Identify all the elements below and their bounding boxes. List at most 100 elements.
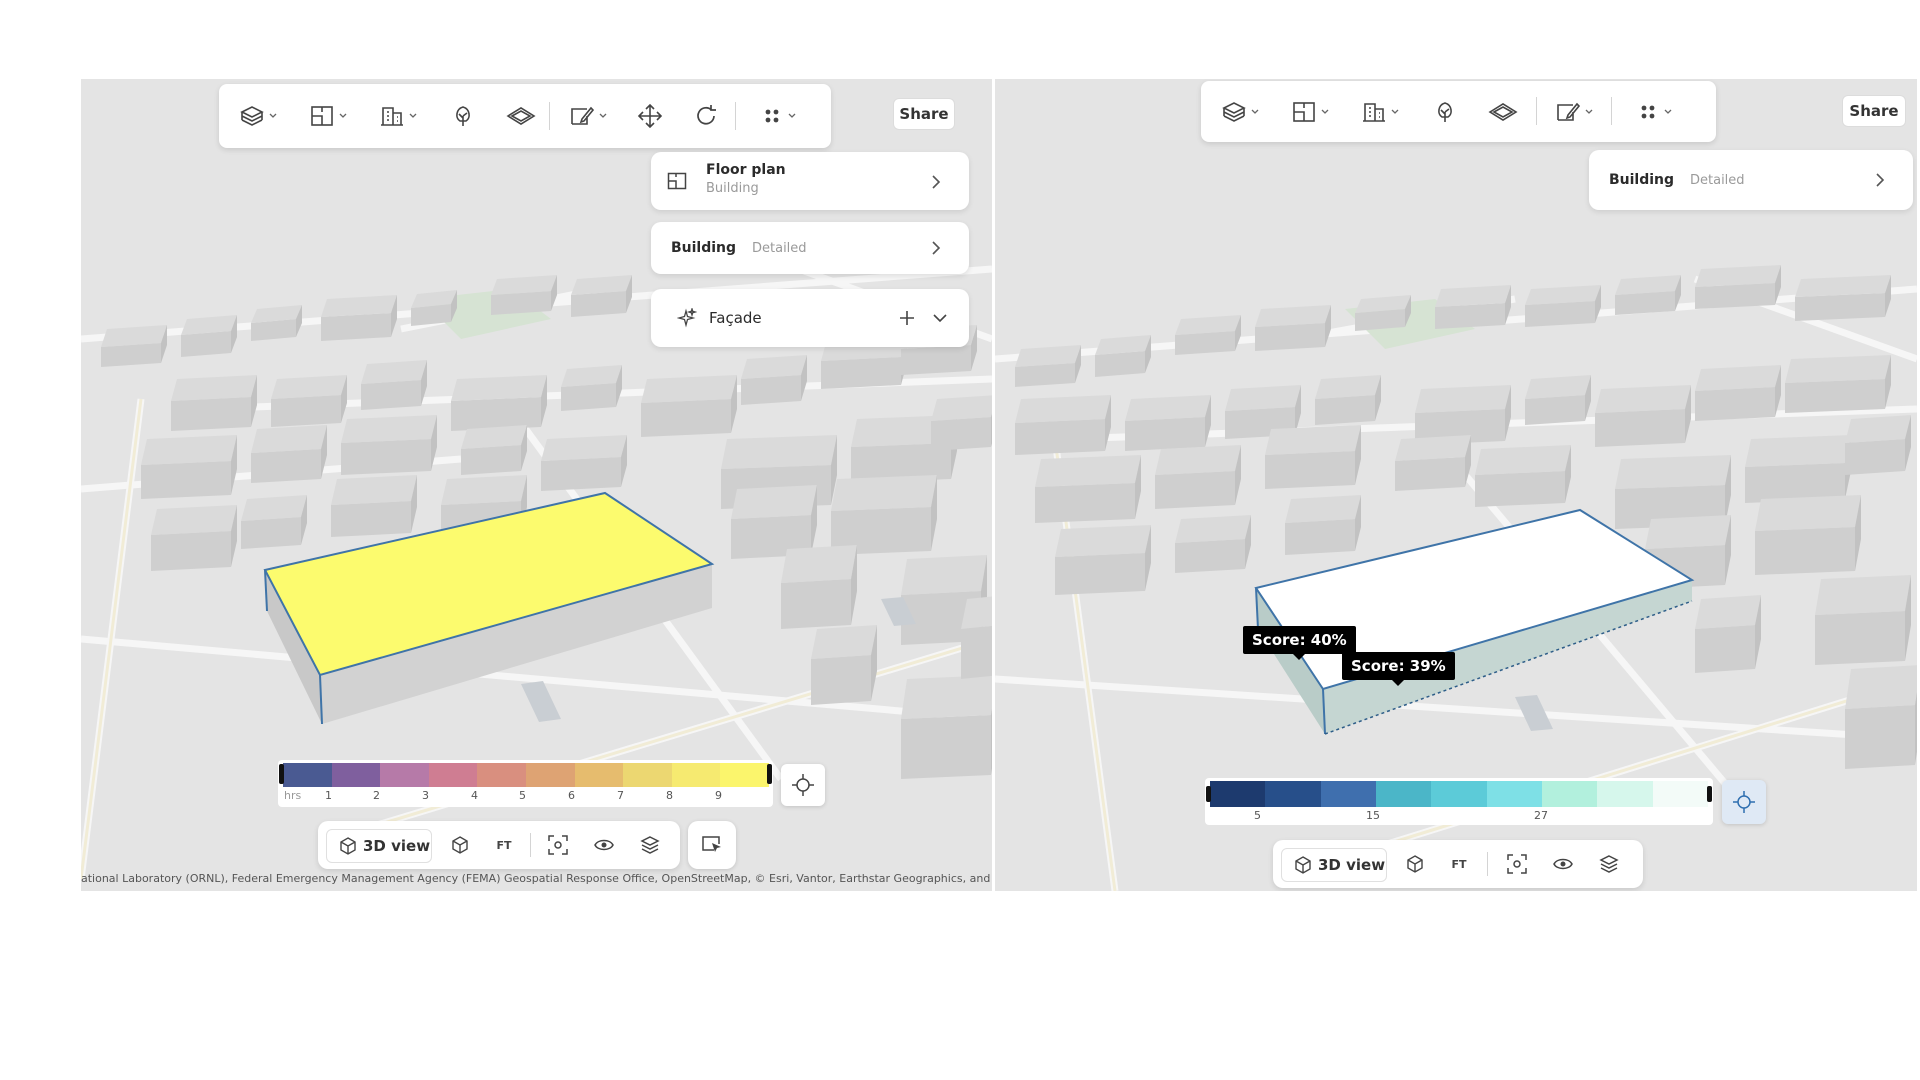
floor-plan-tool[interactable] [301,84,357,148]
layers-cube-tool[interactable] [1213,81,1269,142]
chevron-right-icon[interactable] [931,175,941,189]
background-building [1475,445,1571,475]
layers-button[interactable] [1587,840,1631,888]
background-building [451,397,541,431]
chevron-down-icon[interactable] [933,313,947,323]
right-map-panel[interactable]: Share Building Detailed Score: 40% Score… [995,79,1917,891]
cube-icon [452,836,468,854]
visibility-button[interactable] [1541,840,1585,888]
building-subtitle: Detailed [1690,173,1745,188]
visibility-button[interactable] [582,821,626,869]
layers-button[interactable] [628,821,672,869]
share-button[interactable]: Share [1842,95,1906,127]
facade-title: Façade [709,309,762,327]
background-building [1265,425,1361,455]
background-building [1055,525,1151,557]
tree-tool[interactable] [1423,81,1467,142]
tree-tool[interactable] [441,84,485,148]
locate-button[interactable] [781,764,825,806]
background-building [1845,665,1917,709]
background-building [1125,417,1205,451]
layers-icon [1599,855,1619,873]
cube-view-button[interactable] [438,821,482,869]
right-top-toolbar [1201,81,1716,142]
edit-shape-icon [571,106,607,125]
background-building [811,625,877,659]
focus-button[interactable] [1495,840,1539,888]
background-building [1845,415,1911,443]
background-building [1015,395,1111,423]
building-tool[interactable] [1353,81,1409,142]
floor-plan-card[interactable]: Floor plan Building [651,152,969,210]
edit-shape-tool[interactable] [1547,81,1603,142]
share-button[interactable]: Share [893,98,955,130]
surface-tool[interactable] [1479,81,1527,142]
background-building [341,415,437,443]
background-building [741,375,801,405]
background-building [1415,385,1511,413]
background-building [1695,365,1781,391]
background-building [1395,457,1465,491]
legend-max-handle[interactable] [1707,786,1712,802]
legend-segment [623,763,672,787]
cube-view-button[interactable] [1393,840,1437,888]
background-building [1265,451,1355,489]
left-bottom-toolbar: 3D view FT [318,821,680,869]
background-building [321,313,391,341]
3d-view-button[interactable]: 3D view [326,829,432,863]
legend-segment [1431,781,1487,807]
3d-view-button[interactable]: 3D view [1281,848,1387,882]
background-building [1595,409,1685,447]
legend-segment [331,763,381,787]
building-card[interactable]: Building Detailed [651,222,969,274]
select-button[interactable] [688,821,736,869]
background-building [331,501,411,537]
legend-segment [1320,781,1376,807]
legend-segment [283,763,332,787]
more-tools[interactable] [1623,81,1689,142]
locate-button[interactable] [1722,780,1766,824]
move-tool[interactable] [627,84,673,148]
cube-icon [340,837,356,855]
legend-segment [1486,781,1542,807]
layers-icon [640,836,660,854]
chevron-right-icon[interactable] [1875,173,1885,187]
legend-tick: 7 [617,789,624,802]
left-map-panel[interactable]: Share Floor plan Building Building Detai… [81,79,992,891]
layers-cube-tool[interactable] [231,84,287,148]
legend-max-handle[interactable] [767,764,772,784]
legend-segment [1375,781,1432,807]
legend-tick: 15 [1366,809,1380,822]
facade-card[interactable]: Façade [651,289,969,347]
right-bottom-toolbar: 3D view FT [1273,840,1643,888]
edit-shape-tool[interactable] [561,84,617,148]
legend-segment [525,763,575,787]
eye-icon [594,839,614,851]
background-building [241,517,301,549]
surface-tool[interactable] [497,84,545,148]
background-building [641,375,737,403]
legend-segment [1541,781,1598,807]
background-building [781,545,857,583]
units-ft-button[interactable]: FT [484,821,524,869]
building-tool[interactable] [371,84,427,148]
legend-tick: 27 [1534,809,1548,822]
legend-min-handle[interactable] [1206,786,1211,802]
building-title: Building [671,240,737,256]
crosshair-icon [792,774,814,796]
plus-icon[interactable] [899,310,915,326]
score-tooltip-2: Score: 39% [1342,652,1455,686]
floor-plan-tool[interactable] [1283,81,1339,142]
floor-plan-subtitle: Building [706,181,759,196]
background-building [1155,445,1241,475]
legend-unit: hrs [284,789,302,802]
rotate-tool[interactable] [683,84,729,148]
building-card[interactable]: Building Detailed [1589,150,1913,210]
background-building [1285,519,1355,555]
chevron-right-icon[interactable] [931,241,941,255]
3d-view-label: 3D view [363,837,431,855]
legend-min-handle[interactable] [279,764,284,784]
focus-button[interactable] [536,821,580,869]
units-ft-button[interactable]: FT [1439,840,1479,888]
more-tools[interactable] [747,84,813,148]
